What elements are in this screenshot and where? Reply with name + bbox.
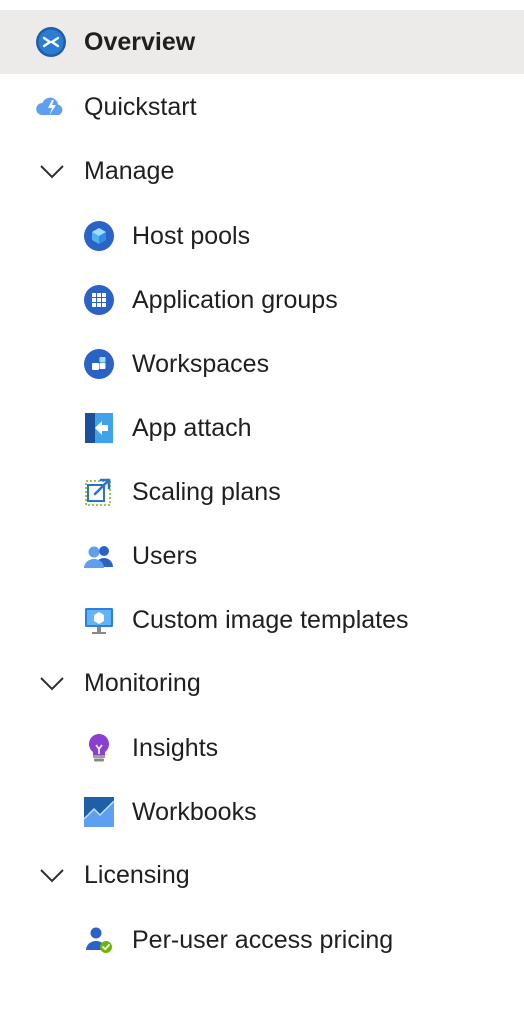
nav-item-users[interactable]: Users [0,524,524,588]
nav-item-quickstart[interactable]: Quickstart [0,75,524,139]
nav-item-label: App attach [132,414,252,442]
lightbulb-icon [82,731,116,765]
nav-group-label: Manage [84,157,175,185]
nav-item-label: Insights [132,734,219,762]
nav-group-monitoring[interactable]: Monitoring [0,651,524,715]
chevron-down-icon [38,157,66,185]
remote-desktop-icon [34,25,68,59]
nav-item-overview[interactable]: Overview [0,10,524,74]
cloud-lightning-icon [34,90,68,124]
nav-item-scaling-plans[interactable]: Scaling plans [0,460,524,524]
nav-item-label: Per-user access pricing [132,926,394,954]
nav-item-application-groups[interactable]: Application groups [0,268,524,332]
nav-item-insights[interactable]: Insights [0,716,524,780]
nav-item-label: Overview [84,28,196,56]
nav-item-label: Workbooks [132,798,257,826]
workbook-chart-icon [82,795,116,829]
nav-item-label: Scaling plans [132,478,281,506]
nav-item-label: Host pools [132,222,251,250]
app-grid-icon [82,283,116,317]
nav-item-label: Workspaces [132,350,270,378]
chevron-down-icon [38,861,66,889]
sidebar-nav: Overview Quickstart Manage Host pools Ap… [0,0,524,1022]
nav-item-app-attach[interactable]: App attach [0,396,524,460]
users-icon [82,539,116,573]
app-attach-icon [82,411,116,445]
scaling-plan-icon [82,475,116,509]
nav-item-per-user-access-pricing[interactable]: Per-user access pricing [0,908,524,972]
host-pool-icon [82,219,116,253]
nav-group-label: Licensing [84,861,190,889]
nav-group-label: Monitoring [84,669,201,697]
nav-item-label: Quickstart [84,93,197,121]
nav-item-label: Custom image templates [132,606,409,634]
chevron-down-icon [38,669,66,697]
nav-group-manage[interactable]: Manage [0,139,524,203]
workspace-icon [82,347,116,381]
nav-item-host-pools[interactable]: Host pools [0,204,524,268]
nav-item-label: Users [132,542,198,570]
nav-item-workbooks[interactable]: Workbooks [0,780,524,844]
user-license-icon [82,923,116,957]
nav-item-workspaces[interactable]: Workspaces [0,332,524,396]
nav-group-licensing[interactable]: Licensing [0,843,524,907]
nav-item-custom-image-templates[interactable]: Custom image templates [0,588,524,652]
monitor-image-icon [82,603,116,637]
nav-item-label: Application groups [132,286,338,314]
